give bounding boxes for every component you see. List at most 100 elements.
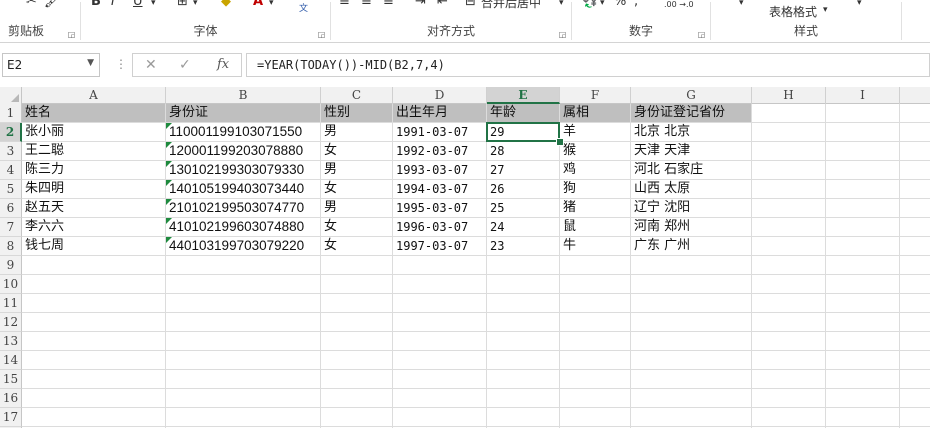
table-cell[interactable]: 1993-03-07 xyxy=(393,161,487,180)
empty-cell[interactable] xyxy=(752,142,826,161)
empty-cell[interactable] xyxy=(900,256,930,275)
empty-cell[interactable] xyxy=(393,294,487,313)
table-format-dropdown-icon[interactable]: ▾ xyxy=(823,5,828,15)
empty-cell[interactable] xyxy=(166,313,321,332)
empty-cell[interactable] xyxy=(900,332,930,351)
empty-cell[interactable] xyxy=(560,351,631,370)
empty-cell[interactable] xyxy=(487,332,560,351)
enter-icon[interactable]: ✓ xyxy=(179,57,191,73)
table-cell[interactable]: 鼠 xyxy=(560,218,631,237)
empty-cell[interactable] xyxy=(166,389,321,408)
empty-cell[interactable] xyxy=(321,389,393,408)
empty-cell[interactable] xyxy=(631,332,752,351)
empty-cell[interactable] xyxy=(487,313,560,332)
number-launcher-icon[interactable]: ◲ xyxy=(697,30,706,39)
empty-cell[interactable] xyxy=(393,275,487,294)
font-launcher-icon[interactable]: ◲ xyxy=(317,30,326,39)
table-cell[interactable]: 410102199603074880 xyxy=(166,218,321,237)
table-cell[interactable]: 1997-03-07 xyxy=(393,237,487,256)
row-header-13[interactable]: 13 xyxy=(0,332,22,351)
column-header-g[interactable]: G xyxy=(631,87,752,104)
empty-cell[interactable] xyxy=(752,370,826,389)
column-header-i[interactable]: I xyxy=(826,87,900,104)
table-cell[interactable]: 男 xyxy=(321,199,393,218)
borders-icon[interactable]: ⊞ xyxy=(177,0,188,9)
empty-cell[interactable] xyxy=(166,294,321,313)
table-format-button[interactable]: 表格格式 xyxy=(769,3,817,20)
empty-cell[interactable] xyxy=(393,389,487,408)
empty-cell[interactable] xyxy=(900,275,930,294)
fill-handle[interactable] xyxy=(556,138,564,146)
empty-cell[interactable] xyxy=(166,370,321,389)
row-header-11[interactable]: 11 xyxy=(0,294,22,313)
table-cell[interactable]: 张小丽 xyxy=(22,123,166,142)
row-header-4[interactable]: 4 xyxy=(0,161,22,180)
empty-cell[interactable] xyxy=(900,237,930,256)
empty-cell[interactable] xyxy=(22,275,166,294)
empty-cell[interactable] xyxy=(487,275,560,294)
empty-cell[interactable] xyxy=(752,218,826,237)
header-cell[interactable]: 姓名 xyxy=(22,104,166,123)
row-header-16[interactable]: 16 xyxy=(0,389,22,408)
table-cell[interactable]: 山西 太原 xyxy=(631,180,752,199)
table-cell[interactable]: 赵五天 xyxy=(22,199,166,218)
header-cell[interactable]: 属相 xyxy=(560,104,631,123)
worksheet-grid[interactable]: ABCDEFGHI 1 姓名 身份证 性别 出生年月 年龄 属相 身份证登记省份 2 张小丽 110… xyxy=(0,87,930,428)
name-box-dropdown-icon[interactable]: ▼ xyxy=(87,58,94,68)
empty-cell[interactable] xyxy=(752,351,826,370)
empty-cell[interactable] xyxy=(393,332,487,351)
table-cell[interactable]: 陈三力 xyxy=(22,161,166,180)
row-header-7[interactable]: 7 xyxy=(0,218,22,237)
table-cell[interactable]: 1994-03-07 xyxy=(393,180,487,199)
empty-cell[interactable] xyxy=(22,408,166,427)
empty-cell[interactable] xyxy=(752,104,826,123)
table-cell[interactable]: 140105199403073440 xyxy=(166,180,321,199)
table-cell[interactable]: 河北 石家庄 xyxy=(631,161,752,180)
empty-cell[interactable] xyxy=(826,389,900,408)
empty-cell[interactable] xyxy=(166,351,321,370)
empty-cell[interactable] xyxy=(560,256,631,275)
table-cell[interactable]: 女 xyxy=(321,218,393,237)
format-painter-icon[interactable]: 🖌 xyxy=(44,0,61,9)
table-cell[interactable]: 23 xyxy=(487,237,560,256)
row-header-3[interactable]: 3 xyxy=(0,142,22,161)
empty-cell[interactable] xyxy=(560,389,631,408)
column-header-a[interactable]: A xyxy=(22,87,166,104)
borders-dropdown-icon[interactable]: ▾ xyxy=(193,0,198,8)
table-cell[interactable]: 牛 xyxy=(560,237,631,256)
merge-center-button[interactable]: 合并后居中 xyxy=(481,0,541,11)
font-color-dropdown-icon[interactable]: ▾ xyxy=(269,0,274,8)
empty-cell[interactable] xyxy=(752,332,826,351)
empty-cell[interactable] xyxy=(826,104,900,123)
empty-cell[interactable] xyxy=(900,389,930,408)
empty-cell[interactable] xyxy=(631,370,752,389)
table-cell[interactable]: 男 xyxy=(321,123,393,142)
column-header-d[interactable]: D xyxy=(393,87,487,104)
select-all-button[interactable] xyxy=(0,87,22,104)
table-cell[interactable]: 24 xyxy=(487,218,560,237)
empty-cell[interactable] xyxy=(900,294,930,313)
column-header-f[interactable]: F xyxy=(560,87,631,104)
table-cell[interactable]: 29 xyxy=(487,123,560,142)
empty-cell[interactable] xyxy=(752,199,826,218)
empty-cell[interactable] xyxy=(393,256,487,275)
table-cell[interactable]: 朱四明 xyxy=(22,180,166,199)
cut-icon[interactable]: ✂ xyxy=(26,0,37,9)
empty-cell[interactable] xyxy=(752,237,826,256)
empty-cell[interactable] xyxy=(321,351,393,370)
empty-cell[interactable] xyxy=(166,408,321,427)
table-cell[interactable]: 钱七周 xyxy=(22,237,166,256)
header-cell[interactable]: 年龄 xyxy=(487,104,560,123)
empty-cell[interactable] xyxy=(900,351,930,370)
column-header-e[interactable]: E xyxy=(487,87,560,104)
empty-cell[interactable] xyxy=(752,275,826,294)
align-left-icon[interactable]: ≡ xyxy=(339,0,350,9)
header-cell[interactable]: 身份证登记省份 xyxy=(631,104,752,123)
table-cell[interactable]: 猴 xyxy=(560,142,631,161)
empty-cell[interactable] xyxy=(900,370,930,389)
row-header-8[interactable]: 8 xyxy=(0,237,22,256)
table-cell[interactable]: 河南 郑州 xyxy=(631,218,752,237)
table-cell[interactable]: 李六六 xyxy=(22,218,166,237)
empty-cell[interactable] xyxy=(900,408,930,427)
empty-cell[interactable] xyxy=(752,389,826,408)
